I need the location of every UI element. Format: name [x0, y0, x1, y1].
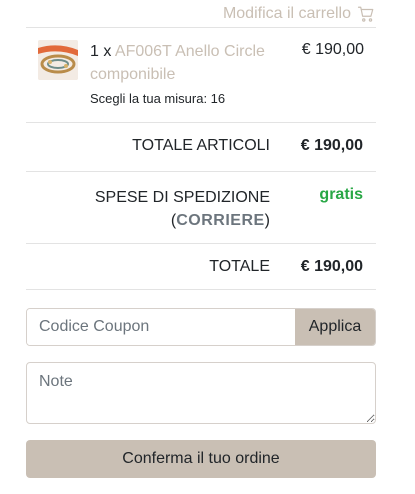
coupon-group: Applica	[26, 308, 376, 346]
item-price: € 190,00	[301, 41, 364, 58]
notes-textarea[interactable]	[26, 362, 376, 424]
total-articles-value: € 190,00	[300, 137, 363, 154]
shipping-method-line: (CORRIERE)	[95, 209, 270, 232]
item-size: Scegli la tua misura: 16	[90, 91, 226, 106]
divider	[26, 27, 376, 28]
shipping-method: CORRIERE	[176, 212, 265, 229]
total-label: TOTALE	[209, 258, 270, 275]
shipping-label: SPESE DI SPEDIZIONE	[94, 189, 270, 206]
total-articles-label: TOTALE ARTICOLI	[132, 137, 270, 154]
item-name-link[interactable]: AF006T Anello Circle componibile	[90, 43, 265, 83]
item-quantity: 1 x	[90, 43, 112, 60]
shopping-cart-icon	[357, 6, 374, 22]
divider	[26, 122, 376, 123]
shipping-method-close: )	[264, 212, 270, 229]
product-thumbnail[interactable]	[38, 40, 78, 80]
edit-cart-label[interactable]: Modifica il carrello	[223, 5, 351, 23]
divider	[26, 243, 376, 244]
coupon-input[interactable]	[27, 309, 295, 345]
edit-cart-link[interactable]: Modifica il carrello	[223, 5, 375, 23]
total-value: € 190,00	[300, 258, 363, 275]
divider	[26, 289, 376, 290]
divider	[26, 171, 376, 172]
apply-coupon-button[interactable]: Applica	[295, 309, 375, 345]
shipping-value: gratis	[319, 186, 363, 203]
shipping-label-block: SPESE DI SPEDIZIONE (CORRIERE)	[95, 186, 270, 232]
confirm-order-button[interactable]: Conferma il tuo ordine	[26, 440, 376, 478]
item-description: 1 x AF006T Anello Circle componibile	[90, 40, 290, 86]
